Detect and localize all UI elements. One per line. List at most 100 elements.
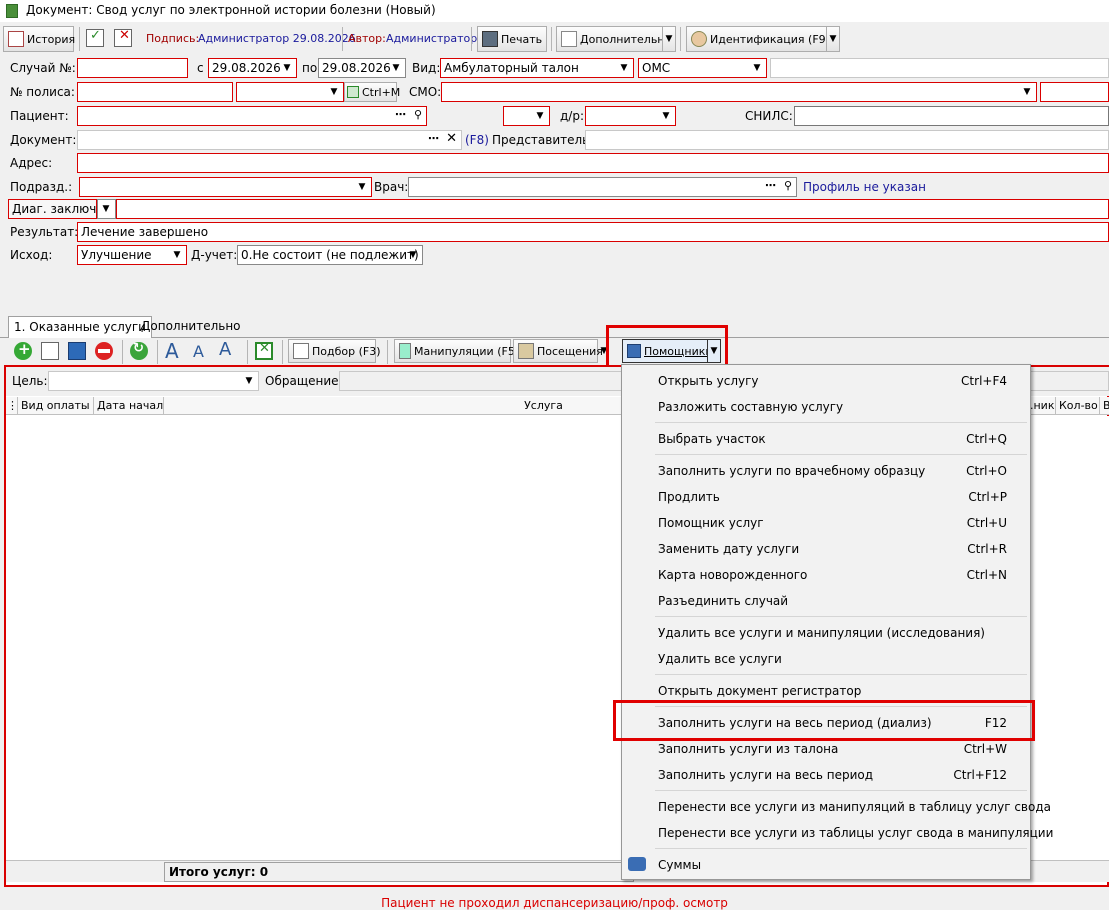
dreg-chevron-down-icon[interactable]: ▼ (405, 247, 421, 263)
add-icon[interactable]: + (14, 340, 32, 360)
date-from-input[interactable]: 29.08.2026 ▼ (208, 58, 297, 78)
dob-chevron-down-icon[interactable]: ▼ (658, 108, 674, 124)
save-icon[interactable] (68, 342, 86, 360)
smo-chevron-down-icon[interactable]: ▼ (1019, 84, 1035, 100)
font-reset-icon[interactable]: A (219, 339, 231, 360)
division-chevron-down-icon[interactable]: ▼ (354, 179, 370, 195)
outcome-value: Улучшение (81, 248, 152, 262)
snils-input[interactable] (794, 106, 1109, 126)
doctor-more-icon[interactable]: ⋯ (765, 179, 776, 192)
column-start-date[interactable]: Дата начала (94, 397, 164, 415)
print-button[interactable]: Печать (477, 26, 547, 52)
snils-label: СНИЛС: (745, 109, 793, 123)
menu-item-sums[interactable]: Суммы (622, 852, 1030, 878)
smo-extra-input[interactable] (1040, 82, 1109, 102)
result-input[interactable]: Лечение завершено (77, 222, 1109, 242)
history-icon (8, 31, 24, 47)
kind-chevron-down-icon[interactable]: ▼ (616, 60, 632, 76)
policy-number-input[interactable] (77, 82, 233, 102)
sign-icon[interactable]: ✓ (86, 28, 104, 47)
patient-input[interactable]: ⋯ ⚲ (77, 106, 427, 126)
address-input[interactable] (77, 153, 1109, 173)
policy-type-chevron-down-icon[interactable]: ▼ (326, 84, 342, 100)
smo-select[interactable]: ▼ (441, 82, 1037, 102)
pick-button[interactable]: Подбор (F3) (288, 339, 381, 363)
outcome-chevron-down-icon[interactable]: ▼ (169, 247, 185, 263)
list-icon[interactable] (41, 342, 59, 360)
delete-icon[interactable] (95, 342, 113, 360)
outcome-select[interactable]: Улучшение ▼ (77, 245, 187, 265)
ctrl-m-button[interactable]: Ctrl+M (344, 82, 400, 102)
division-label: Подразд.: (10, 180, 73, 194)
diag-chevron-down-icon[interactable]: ▼ (98, 201, 114, 217)
doctor-input[interactable]: ⋯ ⚲ (408, 177, 797, 197)
profile-link[interactable]: Профиль не указан (803, 180, 926, 194)
document-input[interactable]: ⋯ ✕ (77, 130, 462, 150)
date-to-input[interactable]: 29.08.2026 ▼ (318, 58, 406, 78)
font-increase-icon[interactable]: A (165, 339, 179, 363)
history-button[interactable]: История (3, 26, 76, 52)
column-chooser-icon[interactable]: ⋮ (6, 397, 18, 415)
column-extra[interactable]: В (1100, 397, 1109, 415)
sex-chevron-down-icon[interactable]: ▼ (532, 108, 548, 124)
diag-input[interactable] (116, 199, 1109, 219)
identification-button[interactable]: Идентификация (F9) (686, 26, 830, 52)
print-label: Печать (501, 32, 543, 46)
menu-item-replace-date[interactable]: Заменить дату услуги Ctrl+R (622, 536, 1030, 562)
dreg-select[interactable]: 0.Не состоит (не подлежит) ▼ (237, 245, 423, 265)
kind-value: Амбулаторный талон (444, 61, 579, 75)
history-label: История (27, 32, 76, 46)
column-quantity[interactable]: Кол-во (1056, 397, 1100, 415)
dob-input[interactable]: ▼ (585, 106, 676, 126)
menu-item-move-services-to-manipulations[interactable]: Перенести все услуги из таблицы услуг св… (622, 820, 1053, 846)
tab-additional[interactable]: Дополнительно (136, 316, 246, 337)
menu-item-delete-all-services-manipulations[interactable]: Удалить все услуги и манипуляции (исслед… (622, 620, 1030, 646)
checkup-warning: Пациент не проходил диспансеризацию/проф… (381, 896, 728, 910)
fund-select[interactable]: ОМС ▼ (638, 58, 767, 78)
appeal-label: Обращение: (265, 374, 343, 388)
menu-item-select-district[interactable]: Выбрать участок Ctrl+Q (622, 426, 1030, 452)
doctor-search-icon[interactable]: ⚲ (784, 179, 792, 192)
menu-item-decompose-service[interactable]: Разложить составную услугу (622, 394, 1030, 420)
representative-input[interactable] (585, 130, 1109, 150)
unsign-icon[interactable]: ✕ (114, 28, 132, 47)
goal-chevron-down-icon[interactable]: ▼ (241, 373, 257, 389)
additional-dropdown-chevron-down-icon[interactable]: ▼ (662, 26, 676, 52)
pick-label: Подбор (F3) (312, 344, 381, 358)
manipulations-button[interactable]: Манипуляции (F5) (394, 339, 519, 363)
patient-more-icon[interactable]: ⋯ (395, 108, 406, 121)
division-select[interactable]: ▼ (79, 177, 372, 197)
fund-chevron-down-icon[interactable]: ▼ (749, 60, 765, 76)
additional-button[interactable]: Дополнительно (556, 26, 671, 52)
diag-dropdown[interactable]: ▼ (97, 199, 116, 219)
menu-item-move-manipulations-to-services[interactable]: Перенести все услуги из манипуляций в та… (622, 794, 1051, 820)
date-to-chevron-down-icon[interactable]: ▼ (388, 60, 404, 76)
font-decrease-icon[interactable]: A (193, 342, 204, 361)
goal-select[interactable]: ▼ (48, 371, 259, 391)
date-from-chevron-down-icon[interactable]: ▼ (279, 60, 295, 76)
identification-dropdown-chevron-down-icon[interactable]: ▼ (826, 26, 840, 52)
policy-type-select[interactable]: ▼ (236, 82, 344, 102)
tab-provided-services[interactable]: 1. Оказанные услуги (8, 316, 152, 338)
menu-item-fill-doctor-template[interactable]: Заполнить услуги по врачебному образцу Ct… (622, 458, 1030, 484)
document-more-icon[interactable]: ⋯ (428, 132, 439, 145)
dob-label: д/р: (560, 109, 584, 123)
visits-label: Посещения (537, 344, 603, 358)
menu-item-service-helper[interactable]: Помощник услуг Ctrl+U (622, 510, 1030, 536)
refresh-icon[interactable]: ↻ (130, 341, 148, 360)
menu-item-newborn-card[interactable]: Карта новорожденного Ctrl+N (622, 562, 1030, 588)
visits-button[interactable]: Посещения (513, 339, 603, 363)
column-payment-type[interactable]: Вид оплаты (18, 397, 94, 415)
sex-select[interactable]: ▼ (503, 106, 550, 126)
menu-item-open-service[interactable]: Открыть услугу Ctrl+F4 (622, 368, 1030, 394)
menu-item-extend[interactable]: Продлить Ctrl+P (622, 484, 1030, 510)
kind-select[interactable]: Амбулаторный талон ▼ (440, 58, 634, 78)
menu-item-fill-period[interactable]: Заполнить услуги на весь период Ctrl+F12 (622, 762, 1030, 788)
document-clear-close-icon[interactable]: ✕ (446, 131, 457, 146)
menu-item-delete-all-services[interactable]: Удалить все услуги (622, 646, 1030, 672)
row1-extra-input[interactable] (770, 58, 1109, 78)
excel-export-icon[interactable]: ✕ (255, 341, 273, 360)
case-number-input[interactable] (77, 58, 188, 78)
menu-item-split-case[interactable]: Разъединить случай (622, 588, 1030, 614)
patient-search-icon[interactable]: ⚲ (414, 108, 422, 121)
